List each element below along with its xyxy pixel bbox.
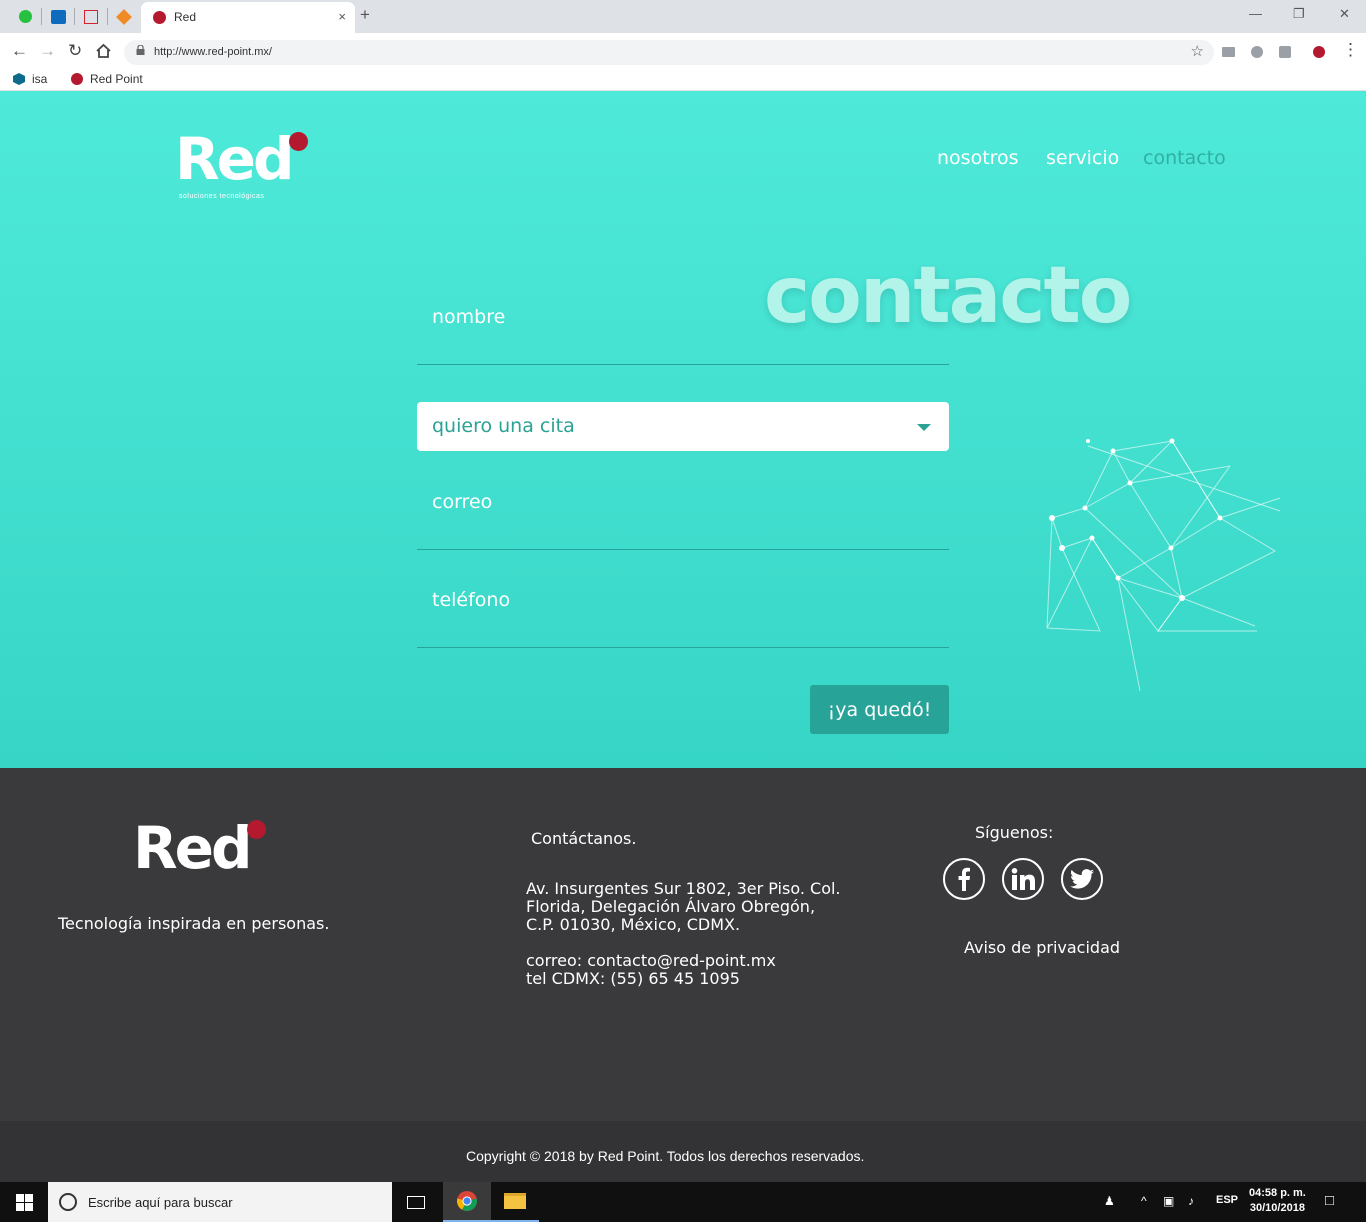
minimize-icon[interactable]: — (1249, 6, 1262, 21)
follow-heading: Síguenos: (975, 823, 1054, 842)
chrome-icon (456, 1191, 478, 1211)
linkedin-icon (1011, 868, 1035, 890)
whatsapp-icon (18, 10, 32, 23)
select-value: quiero una cita (432, 415, 575, 437)
forward-icon[interactable]: → (39, 41, 56, 61)
red-point-extension-icon[interactable] (1313, 46, 1325, 58)
contact-heading: Contáctanos. (531, 829, 637, 848)
logo-dot-icon (289, 132, 308, 151)
pinned-tab-box[interactable] (108, 4, 140, 29)
bookmark-isa[interactable]: isa (13, 72, 47, 86)
nav-contacto[interactable]: contacto (1143, 147, 1226, 169)
email-line[interactable]: correo: contacto@red-point.mx (526, 952, 776, 970)
tab-close-icon[interactable]: × (338, 9, 346, 24)
chevron-down-icon (917, 424, 931, 431)
taskbar-search[interactable] (48, 1182, 392, 1222)
submit-button[interactable]: ¡ya quedó! (810, 685, 949, 734)
pinned-tab-adobe[interactable] (75, 4, 107, 29)
url-text: http://www.red-point.mx/ (154, 46, 272, 58)
phone-line: tel CDMX: (55) 65 45 1095 (526, 969, 740, 988)
facebook-icon (958, 867, 970, 891)
nombre-field (417, 293, 949, 365)
nav-servicio[interactable]: servicio (1046, 147, 1119, 169)
logo-wordmark: Red (175, 125, 295, 193)
contact-section: Red soluciones tecnológicas nosotros ser… (0, 91, 1366, 768)
red-dot-icon (71, 73, 83, 85)
cortana-icon (59, 1193, 77, 1211)
bookmark-label: isa (32, 72, 48, 86)
bookmark-star-icon[interactable]: ☆ (1191, 42, 1204, 60)
taskbar-clock[interactable]: 04:58 p. m. 30/10/2018 (1249, 1186, 1306, 1216)
copyright-text: Copyright © 2018 by Red Point. Todos los… (466, 1148, 865, 1164)
task-view-icon (407, 1195, 425, 1209)
footer-logo-wordmark: Red (133, 814, 253, 882)
address-line: Florida, Delegación Álvaro Obregón, (526, 897, 816, 916)
hexagon-icon (13, 73, 25, 85)
clock-date: 30/10/2018 (1249, 1202, 1305, 1214)
bag-icon[interactable] (1279, 46, 1291, 58)
menu-icon[interactable]: ⋮ (1342, 40, 1359, 60)
home-icon[interactable] (95, 43, 112, 59)
footer-tagline: Tecnología inspirada en personas. (58, 914, 330, 933)
extension-icon[interactable] (1251, 46, 1263, 58)
address-line: Av. Insurgentes Sur 1802, 3er Piso. Col. (526, 879, 841, 898)
clock-time: 04:58 p. m. (1249, 1187, 1306, 1199)
address-line: C.P. 01030, México, CDMX. (526, 915, 741, 934)
tab-strip: Red × + — ❐ ✕ (0, 0, 1366, 33)
adobe-icon (84, 9, 98, 24)
start-button[interactable] (0, 1182, 48, 1222)
bookmarks-bar: isa Red Point (0, 69, 1366, 91)
restore-icon[interactable]: ❐ (1293, 6, 1305, 22)
language-indicator[interactable]: ESP (1216, 1194, 1238, 1206)
notifications-icon[interactable]: □ (1325, 1192, 1334, 1209)
twitter-icon (1070, 869, 1094, 889)
linkedin-link[interactable] (1002, 858, 1044, 900)
people-icon[interactable]: ♟ (1104, 1194, 1115, 1208)
taskbar-file-explorer[interactable] (491, 1182, 539, 1222)
browser-toolbar: ← → ↻ http://www.red-point.mx/ ☆ ⋮ (0, 33, 1366, 69)
new-tab-button[interactable]: + (360, 5, 370, 25)
correo-field (417, 478, 949, 550)
active-tab[interactable]: Red × (141, 2, 355, 33)
outlook-icon (50, 9, 66, 24)
reload-icon[interactable]: ↻ (68, 41, 82, 61)
address: Av. Insurgentes Sur 1802, 3er Piso. Col.… (526, 880, 841, 934)
taskbar-search-input[interactable] (88, 1192, 378, 1212)
task-view-button[interactable] (392, 1182, 440, 1222)
bookmark-red-point[interactable]: Red Point (71, 72, 143, 86)
contact-details: correo: contacto@red-point.mx tel CDMX: … (526, 952, 776, 988)
nav-nosotros[interactable]: nosotros (937, 147, 1019, 169)
taskbar-chrome[interactable] (443, 1182, 491, 1222)
network-graphic-icon (1046, 438, 1281, 691)
volume-icon[interactable]: ♪ (1188, 1194, 1194, 1208)
twitter-link[interactable] (1061, 858, 1103, 900)
nombre-input[interactable] (417, 293, 949, 364)
close-window-icon[interactable]: ✕ (1339, 6, 1350, 22)
correo-input[interactable] (417, 478, 949, 549)
red-point-favicon (153, 11, 166, 24)
telefono-field (417, 576, 949, 648)
network-icon[interactable]: ▣ (1163, 1194, 1174, 1208)
footer-logo-dot-icon (247, 820, 266, 839)
pinned-tab-whatsapp[interactable] (9, 4, 41, 29)
copyright-bar: Copyright © 2018 by Red Point. Todos los… (0, 1121, 1366, 1182)
site-footer: Red Tecnología inspirada en personas. Co… (0, 768, 1366, 1121)
chevron-up-icon[interactable]: ^ (1141, 1194, 1147, 1208)
pinned-tab-outlook[interactable] (42, 4, 74, 29)
box-icon (116, 8, 132, 25)
address-bar[interactable]: http://www.red-point.mx/ ☆ (124, 40, 1214, 65)
bookmark-label: Red Point (90, 72, 143, 86)
tab-title: Red (174, 10, 197, 24)
back-icon[interactable]: ← (11, 41, 28, 61)
facebook-link[interactable] (943, 858, 985, 900)
telefono-input[interactable] (417, 576, 949, 647)
dropbox-icon[interactable] (1222, 47, 1235, 57)
windows-icon (15, 1193, 33, 1211)
taskbar: ♟ ^ ▣ ♪ ESP 04:58 p. m. 30/10/2018 □ (0, 1182, 1366, 1222)
folder-icon (504, 1193, 526, 1209)
lock-icon (136, 45, 145, 55)
logo-subtitle: soluciones tecnológicas (179, 193, 265, 200)
privacy-link[interactable]: Aviso de privacidad (964, 938, 1120, 957)
subject-select[interactable]: quiero una cita (417, 402, 949, 451)
